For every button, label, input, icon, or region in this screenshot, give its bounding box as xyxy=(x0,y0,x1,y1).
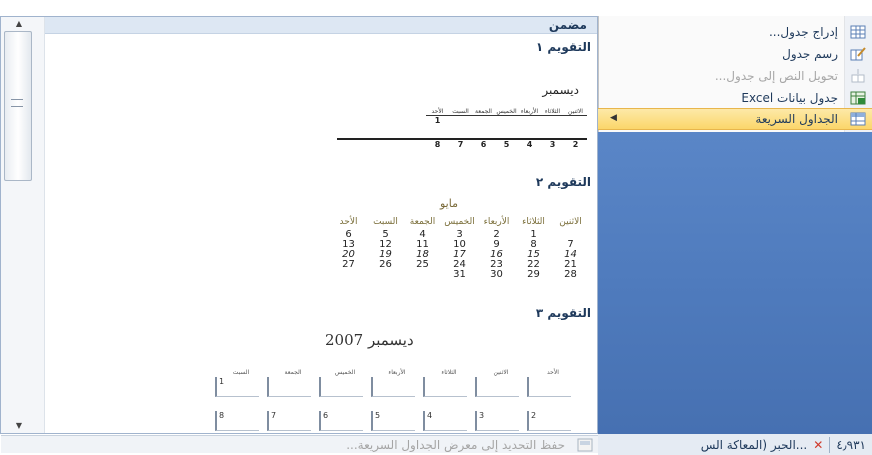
calendar-3-day-cell xyxy=(319,377,363,397)
calendar-3-heading: ديسمبر 2007 xyxy=(325,331,414,349)
menu-item-quick-tables[interactable]: الجداول السريعة ◀ xyxy=(598,108,872,130)
scroll-up-arrow-icon[interactable]: ▲ xyxy=(4,19,34,31)
calendar-1-month: ديسمبر xyxy=(542,83,579,97)
menu-item-excel-spreadsheet[interactable]: جدول بيانات Excel xyxy=(598,87,872,108)
calendar-2-title: التقويم ٢ xyxy=(535,175,591,189)
save-selection-icon xyxy=(571,438,599,452)
menu-item-label: تحويل النص إلى جدول... xyxy=(714,68,838,83)
menu-item-label: رسم جدول xyxy=(782,46,838,61)
calendar-3-day-cell xyxy=(423,377,467,397)
calendar-2-weekdays: الاثنين الثلاثاء الأربعاء الخميس الجمعة السبت… xyxy=(339,217,582,227)
menu-item-text-to-table[interactable]: تحويل النص إلى جدول... xyxy=(598,65,872,86)
gallery-scrollbar[interactable]: ▲ ▼ xyxy=(1,17,45,433)
scroll-grip-icon xyxy=(11,99,23,107)
status-tab-label[interactable]: ...الحبر (المعاكة الس xyxy=(701,438,814,452)
close-icon[interactable]: ✕ xyxy=(813,438,823,452)
calendar-3-day-cell xyxy=(475,377,519,397)
calendar-3-weekdays: الأحد الاثنين الثلاثاء الأربعاء الخميس الجمعة… xyxy=(232,369,559,376)
calendar-3-day-cell: 7 xyxy=(267,411,311,431)
calendar-1-title: التقويم ١ xyxy=(535,40,591,54)
calendar-1-weekdays: الاثنين الثلاثاء الأربعاء الخميس الجمعة السبت… xyxy=(431,108,583,115)
table-menu: إدراج جدول... رسم جدول تحويل النص إلى جد… xyxy=(598,16,872,132)
save-to-gallery-row[interactable]: حفظ التحديد إلى معرض الجداول السريعة... xyxy=(1,435,599,453)
quick-tables-gallery: ▲ ▼ مضمن التقويم ١ ديسمبر الاثنين الثلاثا… xyxy=(0,16,599,453)
excel-spreadsheet-icon xyxy=(844,91,872,105)
menu-item-label: جدول بيانات Excel xyxy=(741,90,838,105)
save-to-gallery-label: حفظ التحديد إلى معرض الجداول السريعة... xyxy=(346,437,565,452)
calendar-3-thumbnail[interactable]: ديسمبر 2007 الأحد الاثنين الثلاثاء الأربعاء… xyxy=(45,323,597,433)
status-tab-strip: ٤٫٩٣١ ✕ ...الحبر (المعاكة الس xyxy=(598,434,872,455)
text-to-table-icon xyxy=(844,68,872,83)
calendar-3-day-cell: 6 xyxy=(319,411,363,431)
menu-item-label: إدراج جدول... xyxy=(768,24,838,39)
calendar-3-title: التقويم ٣ xyxy=(535,306,591,320)
calendar-3-day-cell: 5 xyxy=(371,411,415,431)
calendar-3-day-cell: 1 xyxy=(215,377,259,397)
calendar-3-day-cell: 4 xyxy=(423,411,467,431)
pencil-table-icon xyxy=(844,46,872,61)
submenu-arrow-icon: ◀ xyxy=(610,113,617,123)
calendar-2-week-row: 28 29 30 31 xyxy=(453,269,577,280)
calendar-1-thumbnail[interactable]: ديسمبر الاثنين الثلاثاء الأربعاء الخميس الجم… xyxy=(45,59,597,169)
gallery-category-header: مضمن xyxy=(45,17,597,34)
calendar-3-day-cell: 3 xyxy=(475,411,519,431)
scroll-down-arrow-icon[interactable]: ▼ xyxy=(4,421,34,433)
calendar-3-day-cell: 2 xyxy=(527,411,571,431)
menu-item-label: الجداول السريعة xyxy=(755,112,838,126)
calendar-2-thumbnail[interactable]: مايو الاثنين الثلاثاء الأربعاء الخميس الجمعة… xyxy=(45,193,597,293)
calendar-3-day-cell xyxy=(371,377,415,397)
calendar-1-week-row: 1 xyxy=(434,116,441,125)
table-grid-icon xyxy=(844,25,872,39)
menu-item-insert-table[interactable]: إدراج جدول... xyxy=(598,21,872,42)
calendar-2-month: مايو xyxy=(440,197,458,210)
status-separator xyxy=(829,436,831,453)
menu-item-draw-table[interactable]: رسم جدول xyxy=(598,43,872,64)
document-background xyxy=(598,132,872,436)
status-number: ٤٫٩٣١ xyxy=(836,437,866,452)
calendar-3-day-cell: 8 xyxy=(215,411,259,431)
calendar-3-day-cell xyxy=(267,377,311,397)
quick-tables-icon xyxy=(844,112,872,126)
calendar-1-week-row: 2345678 xyxy=(434,140,579,149)
calendar-3-day-cell xyxy=(527,377,571,397)
